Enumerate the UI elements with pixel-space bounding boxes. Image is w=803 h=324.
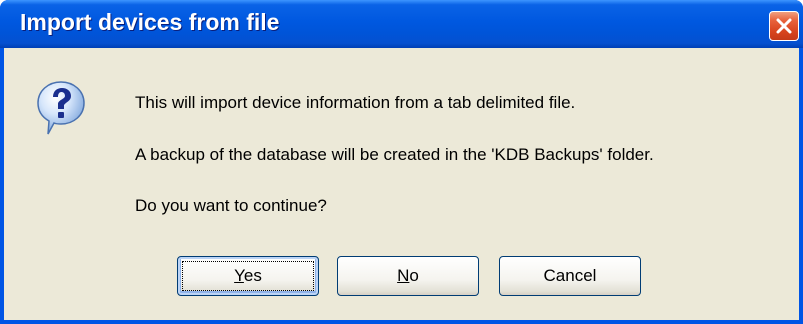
dialog-window: Import devices from file This will impor…: [0, 0, 803, 324]
message-line-1: This will import device information from…: [135, 93, 576, 112]
cancel-button[interactable]: Cancel: [499, 256, 641, 296]
question-icon: [37, 81, 85, 135]
title-bar[interactable]: Import devices from file: [0, 0, 803, 48]
cancel-button-label: Cancel: [543, 266, 597, 285]
yes-button[interactable]: Yes: [177, 256, 319, 296]
close-button[interactable]: [769, 11, 799, 41]
window-title: Import devices from file: [20, 9, 280, 35]
no-button-label: No: [397, 266, 419, 285]
focus-ring: [182, 261, 314, 291]
message-line-2: A backup of the database will be created…: [135, 145, 654, 164]
message-line-3: Do you want to continue?: [135, 196, 327, 215]
dialog-body: This will import device information from…: [4, 48, 799, 320]
close-icon: [776, 18, 792, 34]
no-button[interactable]: No: [337, 256, 479, 296]
